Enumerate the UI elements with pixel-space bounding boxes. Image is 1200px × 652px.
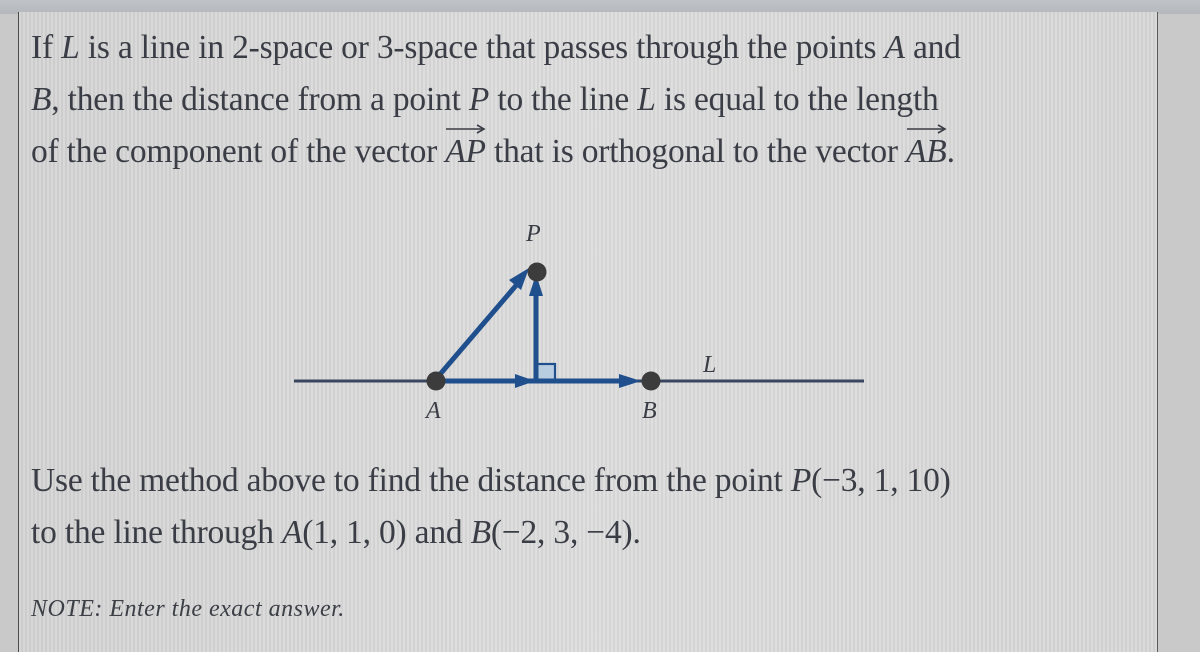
problem-page: If L is a line in 2-space or 3-space tha… bbox=[18, 12, 1158, 652]
vector-AB-arrowhead bbox=[619, 374, 641, 388]
problem-text: Use the method above to find the distanc… bbox=[31, 455, 951, 559]
label-B: B bbox=[642, 398, 657, 424]
point-P-coordinates: (−3, 1, 10) bbox=[811, 462, 951, 499]
right-angle-marker bbox=[535, 362, 557, 383]
text: Use the method above to find the distanc… bbox=[31, 462, 791, 499]
point-B-coordinates: (−2, 3, −4) bbox=[490, 514, 633, 551]
point-P bbox=[527, 262, 547, 282]
math-A: A bbox=[281, 514, 303, 551]
text: . bbox=[632, 514, 641, 551]
text: to the line through bbox=[31, 514, 282, 551]
text: and bbox=[406, 514, 471, 551]
point-A bbox=[426, 371, 446, 391]
problem-line-1: Use the method above to find the distanc… bbox=[31, 455, 951, 507]
math-B: B bbox=[470, 514, 491, 551]
note-text: NOTE: Enter the exact answer. bbox=[31, 596, 345, 622]
label-P: P bbox=[525, 221, 541, 247]
point-B bbox=[641, 371, 661, 391]
point-A-coordinates: (1, 1, 0) bbox=[302, 514, 407, 551]
label-L: L bbox=[702, 352, 716, 378]
vector-AP-line bbox=[434, 280, 521, 381]
math-P: P bbox=[790, 462, 812, 499]
problem-line-2: to the line through A(1, 1, 0) and B(−2,… bbox=[31, 507, 951, 559]
projection-arrowhead bbox=[515, 374, 535, 388]
label-A: A bbox=[424, 398, 441, 424]
